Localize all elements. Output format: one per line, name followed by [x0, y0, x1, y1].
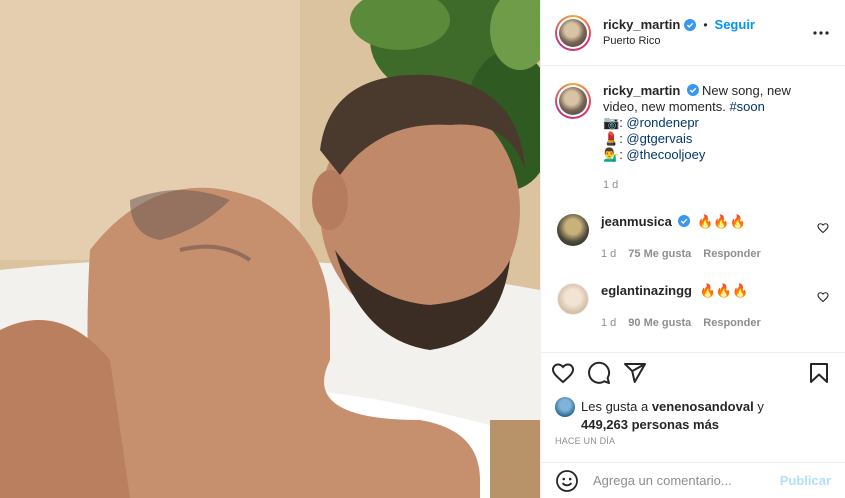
post-timestamp[interactable]: HACE UN DÍA — [555, 436, 615, 446]
comment-text: 🔥🔥🔥 — [699, 283, 749, 298]
publish-button[interactable]: Publicar — [780, 473, 831, 488]
person-emoji: 💁‍♂️ — [603, 147, 620, 162]
credit-line: 💄: @gtgervais — [603, 131, 693, 146]
location-link[interactable]: Puerto Rico — [603, 33, 809, 49]
comment-avatar[interactable] — [557, 214, 589, 246]
caption-avatar[interactable] — [555, 83, 591, 119]
verified-badge-icon — [686, 84, 699, 96]
verified-badge-icon — [684, 18, 697, 31]
comment-text: 🔥🔥🔥 — [697, 214, 746, 229]
mention-link[interactable]: @rondenepr — [626, 115, 698, 130]
likes-count[interactable]: 449,263 personas más — [581, 417, 719, 432]
author-username[interactable]: ricky_martin — [603, 17, 680, 33]
mention-link[interactable]: @gtgervais — [626, 131, 692, 146]
verified-badge-icon — [678, 215, 691, 227]
emoji-icon[interactable] — [555, 469, 579, 493]
comments-section[interactable]: ricky_martin New song, new video, new mo… — [541, 67, 845, 350]
hashtag-link[interactable]: #soon — [729, 99, 764, 114]
post-photo[interactable] — [0, 0, 540, 498]
lipstick-emoji: 💄 — [603, 131, 620, 146]
comment-input[interactable] — [593, 473, 780, 488]
camera-emoji: 📷 — [603, 115, 620, 130]
comment-composer: Publicar — [541, 462, 845, 498]
post-side-panel: ricky_martin • Seguir Puerto Rico ricky_… — [540, 0, 845, 498]
comment-like-heart-icon[interactable] — [817, 222, 829, 234]
comment-icon[interactable] — [587, 361, 611, 385]
credit-line: 💁‍♂️: @thecooljoey — [603, 147, 706, 162]
author-avatar[interactable] — [555, 14, 591, 51]
heart-icon[interactable] — [551, 361, 575, 385]
mention-link[interactable]: @thecooljoey — [626, 147, 705, 162]
caption-username[interactable]: ricky_martin — [603, 83, 680, 98]
comment-like-heart-icon[interactable] — [817, 291, 829, 303]
liker-username[interactable]: venenosandoval — [652, 399, 754, 414]
liker-avatar[interactable] — [555, 397, 575, 417]
comment-time[interactable]: 1 d — [601, 315, 616, 331]
separator-dot: • — [703, 17, 708, 32]
comment-time[interactable]: 1 d — [601, 246, 616, 262]
follow-button[interactable]: Seguir — [715, 17, 755, 33]
comment-item: jeanmusica 🔥🔥🔥 1 d 75 Me gusta Responder — [555, 214, 831, 262]
more-options-icon[interactable] — [809, 21, 833, 45]
post-photo-illustration — [0, 0, 540, 498]
share-icon[interactable] — [623, 361, 647, 385]
action-bar — [541, 352, 845, 392]
comment-likes[interactable]: 90 Me gusta — [628, 315, 691, 331]
bookmark-icon[interactable] — [807, 361, 831, 385]
reply-button[interactable]: Responder — [703, 315, 760, 331]
caption-time[interactable]: 1 d — [603, 177, 823, 193]
comment-likes[interactable]: 75 Me gusta — [628, 246, 691, 262]
comment-item: eglantinazingg 🔥🔥🔥 1 d 90 Me gusta Respo… — [555, 283, 831, 331]
credit-line: 📷: @rondenepr — [603, 115, 699, 130]
post-header: ricky_martin • Seguir Puerto Rico — [541, 0, 845, 66]
post-caption: ricky_martin New song, new video, new mo… — [555, 83, 831, 193]
comment-username[interactable]: jeanmusica — [601, 214, 672, 229]
likes-summary[interactable]: Les gusta a venenosandoval y 449,263 per… — [555, 397, 835, 434]
instagram-post: ricky_martin • Seguir Puerto Rico ricky_… — [0, 0, 845, 498]
comment-avatar[interactable] — [557, 283, 589, 315]
reply-button[interactable]: Responder — [703, 246, 760, 262]
comment-username[interactable]: eglantinazingg — [601, 283, 692, 298]
